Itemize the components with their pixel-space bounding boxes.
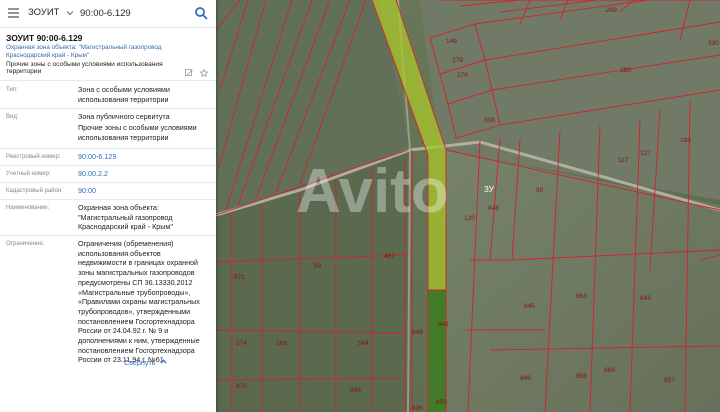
- parcel-label: 487: [384, 253, 395, 260]
- registry-number-link[interactable]: 90:00-6.129: [78, 152, 210, 162]
- parcel-label: 564: [358, 340, 369, 347]
- parcel-label: 90: [536, 187, 544, 194]
- parcel-label: 193: [680, 137, 691, 144]
- parcel-label: 276: [457, 72, 468, 79]
- parcel-label: 127: [640, 150, 651, 157]
- field-value: Охранная зона объекта: "Магистральный га…: [78, 203, 173, 232]
- field-label: Кадастровый район:: [6, 188, 63, 194]
- collapse-button[interactable]: Свернуть: [124, 358, 167, 367]
- field-value: Ограничения (обременения) использования …: [78, 239, 200, 365]
- parcel-label: 841: [438, 321, 449, 328]
- parcel-label: 858: [576, 373, 587, 380]
- parcel-label: 848: [488, 205, 499, 212]
- parcel-label: 59: [314, 263, 322, 270]
- field-label: Вид:: [6, 114, 19, 120]
- parcel-label: 330: [708, 40, 719, 47]
- account-number-link[interactable]: 90.00.2.2: [78, 169, 210, 179]
- parcel-label: 149: [446, 38, 457, 45]
- parcel-label: 574: [236, 340, 247, 347]
- field-label: Учетный номер:: [6, 171, 51, 177]
- field-row-restriction: Ограничение: Ограничения (обременения) и…: [0, 235, 216, 364]
- search-icon[interactable]: [194, 6, 208, 20]
- collapse-label: Свернуть: [124, 358, 156, 367]
- parcel-label: 269: [606, 7, 617, 14]
- parcel-label: 846: [412, 329, 423, 336]
- district-link[interactable]: 90:00: [78, 186, 210, 196]
- card-category: Прочие зоны с особыми условиями использо…: [6, 61, 163, 75]
- field-row-registry: Реестровый номер: 90:00-6.129: [0, 148, 216, 165]
- field-row-account: Учетный номер: 90.00.2.2: [0, 165, 216, 182]
- card-subtitle[interactable]: Охранная зона объекта: "Магистральный га…: [6, 44, 206, 59]
- parcel-label: 875: [236, 383, 247, 390]
- search-bar: ЗОУИТ: [0, 0, 216, 28]
- field-row-kind: Вид: Зона публичного сервитута Прочие зо…: [0, 108, 216, 146]
- zu-label: ЗУ: [484, 185, 495, 194]
- search-input[interactable]: [80, 5, 190, 22]
- parcel-label: 120: [464, 215, 475, 222]
- parcel-label: 279: [452, 57, 463, 64]
- parcel-label: 849: [520, 375, 531, 382]
- parcel-label: 857: [664, 377, 675, 384]
- field-row-name: Наименование: Охранная зона объекта: "Ма…: [0, 199, 216, 235]
- field-row-type: Тип: Зона с особыми условиями использова…: [0, 80, 216, 108]
- parcel-label: 872: [234, 274, 245, 281]
- parcel-label: 280: [620, 67, 631, 74]
- field-value: Зона публичного сервитута: [78, 112, 170, 121]
- card-title: ЗОУИТ 90:00-6.129: [6, 33, 83, 43]
- field-label: Реестровый номер:: [6, 154, 61, 160]
- parcel-label: 863: [576, 293, 587, 300]
- star-icon[interactable]: [200, 69, 208, 77]
- parcel-label: 850: [436, 399, 447, 406]
- chevron-up-icon: [159, 359, 167, 364]
- avito-watermark: Avito: [296, 157, 449, 226]
- parcel-label: 308: [484, 117, 495, 124]
- map-pin-icon[interactable]: [185, 69, 193, 77]
- field-value: Зона с особыми условиями использования т…: [78, 85, 170, 104]
- field-row-district: Кадастровый район: 90:00: [0, 182, 216, 199]
- parcel-label: 566: [276, 340, 287, 347]
- parcel-label: 845: [524, 303, 535, 310]
- parcel-label: 836: [412, 405, 423, 412]
- chevron-down-icon[interactable]: [66, 9, 74, 17]
- parcel-label: 843: [640, 295, 651, 302]
- parcel-label: 869: [604, 367, 615, 374]
- info-panel: ЗОУИТ ЗОУИТ 90:00-6.129 Охранная зона об…: [0, 0, 216, 412]
- parcel-label: 848: [350, 387, 361, 394]
- field-value: Прочие зоны с особыми условиями использо…: [78, 123, 197, 142]
- field-label: Наименование:: [6, 205, 50, 211]
- field-label: Тип:: [6, 87, 18, 93]
- menu-icon[interactable]: [8, 8, 19, 19]
- pipeline-protection-zone-dark[interactable]: [428, 290, 446, 412]
- field-label: Ограничение:: [6, 241, 45, 247]
- layer-select[interactable]: ЗОУИТ: [28, 7, 59, 18]
- parcel-label: 117: [618, 157, 629, 164]
